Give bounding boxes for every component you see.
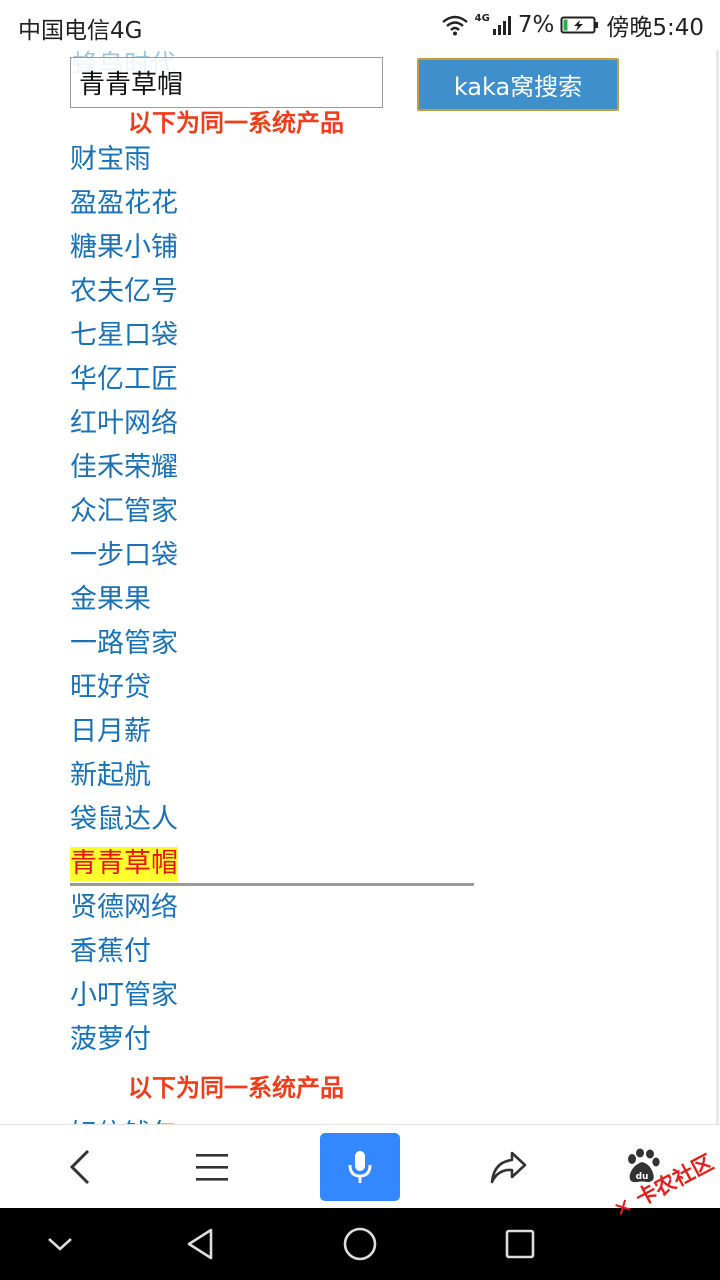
product-item-label: 财宝雨 [70,144,151,175]
product-item[interactable]: 旺好贷 [70,666,490,710]
product-item-label: 佳禾荣耀 [70,452,178,483]
product-item[interactable]: 红叶网络 [70,402,490,446]
product-item-label: 香蕉付 [70,936,151,967]
product-item[interactable]: 日月薪 [70,710,490,754]
search-button[interactable]: kaka窝搜索 [417,58,619,111]
product-item[interactable]: 盈盈花花 [70,182,490,226]
product-item[interactable]: 菠萝付 [70,1018,490,1062]
product-item[interactable]: 小叮管家 [70,974,490,1018]
product-item[interactable]: 糖果小铺 [70,226,490,270]
status-icons: 4G 7% 傍晚5:40 [441,11,704,41]
product-item[interactable]: 贤德网络 [70,886,490,930]
status-bar: 中国电信4G 4G 7% 傍晚5:40 [0,0,720,50]
product-item-label: 贤德网络 [70,892,178,923]
network-type-label: 4G [474,12,490,24]
section-title-2: 以下为同一系统产品 [128,1074,344,1102]
product-item-label: 糖果小铺 [70,232,178,263]
product-item[interactable]: 金果果 [70,578,490,622]
signal-icon [492,16,511,35]
product-item-active[interactable]: 青青草帽 [70,842,490,886]
product-list: 财宝雨盈盈花花糖果小铺农夫亿号七星口袋华亿工匠红叶网络佳禾荣耀众汇管家一步口袋金… [70,138,490,1062]
battery-percent: 7% [517,12,555,38]
product-item-label: 日月薪 [70,716,151,747]
page-content[interactable]: 蜂鸟时代 kaka窝搜索 以下为同一系统产品 财宝雨盈盈花花糖果小铺农夫亿号七星… [0,50,720,1124]
product-item-label: 小叮管家 [70,980,178,1011]
product-item[interactable]: 财宝雨 [70,138,490,182]
product-item-label: 金果果 [70,584,151,615]
product-item-label: 众汇管家 [70,496,178,527]
menu-icon [196,1154,228,1181]
battery-charging-icon [560,16,599,34]
product-item-label: 新起航 [70,760,151,791]
share-icon [490,1151,527,1184]
product-item-label: 红叶网络 [70,408,178,439]
product-item-label: 旺好贷 [70,672,151,703]
menu-button[interactable] [172,1125,252,1209]
nav-back-button[interactable] [160,1208,240,1280]
section-title: 以下为同一系统产品 [128,109,344,137]
product-item[interactable]: 一步口袋 [70,534,490,578]
product-item[interactable]: 七星口袋 [70,314,490,358]
product-item-label: 青青草帽 [70,847,178,881]
product-item-label: 华亿工匠 [70,364,178,395]
carrier-label: 中国电信4G [18,18,143,44]
share-button[interactable] [468,1125,548,1209]
home-circle-icon [343,1227,377,1261]
search-input[interactable] [70,57,383,108]
product-item-label: 一步口袋 [70,540,178,571]
product-item[interactable]: 华亿工匠 [70,358,490,402]
product-item[interactable]: 新起航 [70,754,490,798]
back-button[interactable] [40,1125,120,1209]
hide-nav-button[interactable] [20,1208,100,1280]
microphone-icon [348,1151,372,1183]
nav-home-button[interactable] [320,1208,400,1280]
product-item-label: 农夫亿号 [70,276,178,307]
navigation-bar [0,1208,720,1280]
chevron-down-icon [48,1238,72,1251]
recents-square-icon [505,1229,535,1259]
back-icon [69,1149,90,1185]
product-item[interactable]: 农夫亿号 [70,270,490,314]
clock: 傍晚5:40 [606,15,704,41]
wifi-icon [441,15,468,36]
voice-search-button[interactable] [320,1133,400,1201]
partial-product-item[interactable]: 好信钱包 [70,1112,178,1124]
product-item-label: 盈盈花花 [70,188,178,219]
product-item[interactable]: 佳禾荣耀 [70,446,490,490]
product-item[interactable]: 一路管家 [70,622,490,666]
product-item[interactable]: 众汇管家 [70,490,490,534]
product-item[interactable]: 香蕉付 [70,930,490,974]
scrollbar[interactable] [716,50,719,1124]
product-item-label: 七星口袋 [70,320,178,351]
nav-recents-button[interactable] [480,1208,560,1280]
triangle-back-icon [187,1228,213,1260]
product-item-label: 袋鼠达人 [70,804,178,835]
product-item-label: 菠萝付 [70,1024,151,1055]
product-item[interactable]: 袋鼠达人 [70,798,490,842]
active-item-underline [70,883,474,886]
product-item-label: 一路管家 [70,628,178,659]
